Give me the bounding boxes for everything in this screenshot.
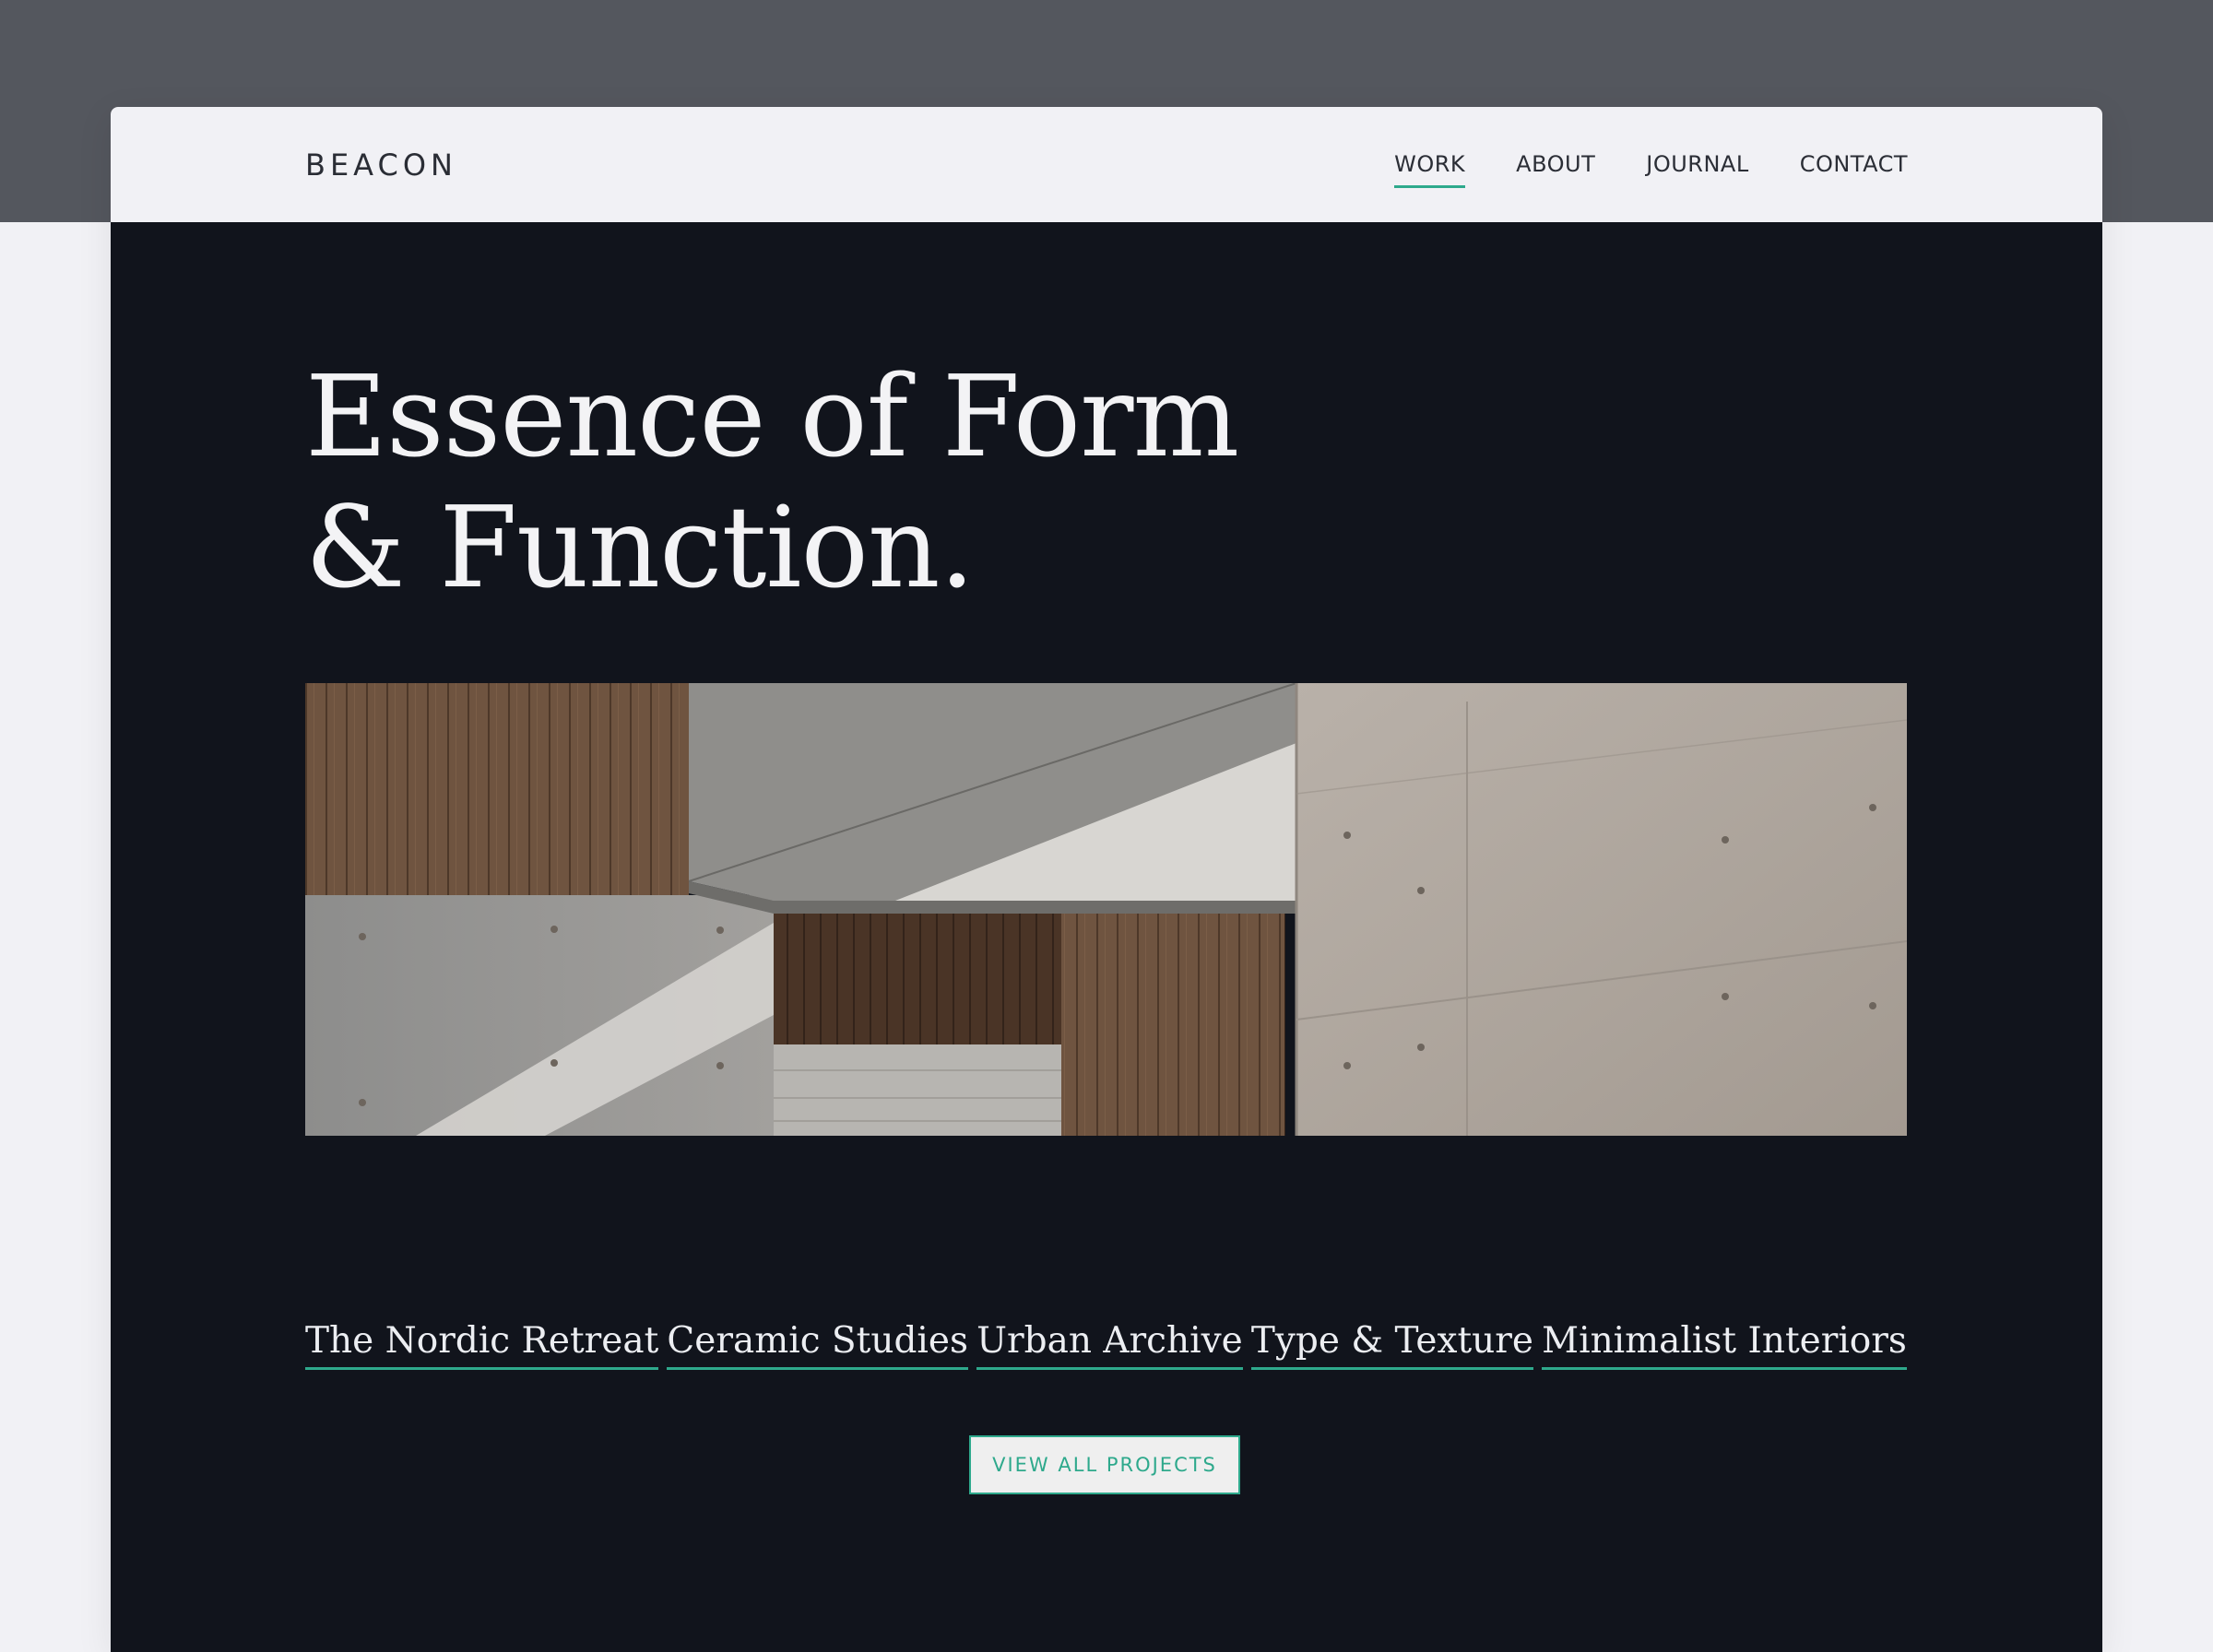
nav-link-work[interactable]: WORK xyxy=(1394,151,1466,188)
hero-headline-line1: Essence of Form xyxy=(305,351,1239,482)
project-link-ceramic-studies[interactable]: Ceramic Studies xyxy=(667,1320,968,1370)
main-nav: WORK ABOUT JOURNAL CONTACT xyxy=(1394,151,1908,188)
nav-link-contact[interactable]: CONTACT xyxy=(1800,151,1908,177)
project-link-nordic-retreat[interactable]: The Nordic Retreat xyxy=(305,1320,659,1370)
project-link-minimalist-interiors[interactable]: Minimalist Interiors xyxy=(1542,1320,1907,1370)
nav-link-journal[interactable]: JOURNAL xyxy=(1646,151,1748,177)
browser-window: BEACON WORK ABOUT JOURNAL CONTACT Essenc… xyxy=(111,107,2102,1652)
hero-image xyxy=(305,683,1907,1136)
hero-headline: Essence of Form & Function. xyxy=(305,351,1239,613)
project-links: The Nordic Retreat Ceramic Studies Urban… xyxy=(305,1320,1907,1370)
project-link-type-texture[interactable]: Type & Texture xyxy=(1250,1320,1534,1370)
view-all-projects-button[interactable]: VIEW ALL PROJECTS xyxy=(969,1435,1240,1494)
brand-logo[interactable]: BEACON xyxy=(305,148,457,183)
nav-link-about[interactable]: ABOUT xyxy=(1516,151,1595,177)
hero-headline-line2: & Function. xyxy=(305,482,975,613)
project-link-urban-archive[interactable]: Urban Archive xyxy=(976,1320,1243,1370)
site-header: BEACON WORK ABOUT JOURNAL CONTACT xyxy=(111,107,2102,222)
